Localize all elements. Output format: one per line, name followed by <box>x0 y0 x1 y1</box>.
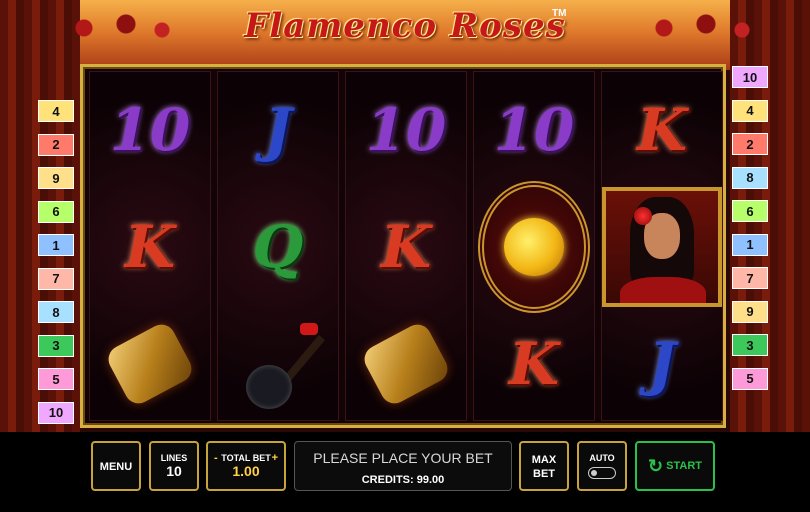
symbol-ten: 10 <box>109 96 191 164</box>
reel-4-row-2 <box>474 181 594 313</box>
symbol-king: K <box>636 96 688 164</box>
reel-4: 10 K <box>473 71 595 421</box>
payline-indicator: 7 <box>732 267 768 289</box>
start-button[interactable]: ↻ START <box>635 441 715 491</box>
symbol-king: K <box>508 330 560 398</box>
payline-indicator: 10 <box>38 401 74 424</box>
reel-2-row-2: Q <box>218 189 338 305</box>
reel-1-row-1: 10 <box>90 72 210 188</box>
payline-indicator: 3 <box>38 334 74 357</box>
reel-3-row-3 <box>346 306 466 422</box>
reel-1: 10 K <box>89 71 211 421</box>
bet-increase-button[interactable]: + <box>272 452 278 464</box>
credits-display: CREDITS: 99.00 <box>361 474 445 486</box>
lines-button[interactable]: LINES 10 <box>149 441 199 491</box>
symbol-queen: Q <box>252 213 304 281</box>
payline-indicator: 8 <box>732 166 768 189</box>
symbol-jack: J <box>264 96 292 164</box>
lines-label: LINES <box>160 453 188 463</box>
payline-indicator: 1 <box>38 234 74 256</box>
menu-button[interactable]: MENU <box>91 441 141 491</box>
golden-rose-icon <box>478 181 590 313</box>
payline-indicator: 4 <box>38 100 74 122</box>
reel-5: K J <box>601 71 723 421</box>
gold-bracelet-icon <box>359 319 453 409</box>
reel-1-row-3 <box>90 306 210 422</box>
payline-indicator: 6 <box>38 200 74 223</box>
auto-button[interactable]: AUTO <box>577 441 627 491</box>
auto-toggle[interactable] <box>588 467 616 479</box>
refresh-arrows-icon: ↻ <box>647 456 664 477</box>
payline-indicator: 2 <box>732 133 768 155</box>
symbol-ten: 10 <box>493 96 575 164</box>
bet-decrease-button[interactable]: - <box>214 452 218 464</box>
payline-indicator: 10 <box>732 66 768 88</box>
message-panel: PLEASE PLACE YOUR BET CREDITS: 99.00 <box>294 441 512 491</box>
reel-5-row-1: K <box>602 72 722 188</box>
reel-4-row-3: K <box>474 306 594 422</box>
payline-indicator: 5 <box>732 367 768 390</box>
payline-indicator: 5 <box>38 368 74 390</box>
payline-indicator: 2 <box>38 133 74 156</box>
gold-bracelet-icon <box>103 319 197 409</box>
payline-indicator: 1 <box>732 233 768 256</box>
reel-area: 10 K J Q 10 K 10 K K J <box>80 64 726 428</box>
trademark: TM <box>552 8 567 19</box>
payline-indicator: 3 <box>732 334 768 356</box>
payline-indicator: 9 <box>732 300 768 323</box>
reel-3-row-1: 10 <box>346 72 466 188</box>
game-title: Flamenco Roses <box>244 6 566 46</box>
reel-2-row-3 <box>218 306 338 422</box>
symbol-jack: J <box>648 330 676 398</box>
reel-5-row-3: J <box>602 306 722 422</box>
auto-label: AUTO <box>589 453 615 463</box>
reel-3: 10 K <box>345 71 467 421</box>
reel-2: J Q <box>217 71 339 421</box>
reel-3-row-2: K <box>346 189 466 305</box>
flamenco-lady-icon <box>602 187 722 307</box>
reel-5-row-2 <box>602 187 722 307</box>
reel-1-row-2: K <box>90 189 210 305</box>
status-message: PLEASE PLACE YOUR BET <box>313 450 493 466</box>
reel-2-row-1: J <box>218 72 338 188</box>
max-bet-button[interactable]: MAX BET <box>519 441 569 491</box>
symbol-king: K <box>124 213 176 281</box>
total-bet-value: 1.00 <box>232 463 260 479</box>
total-bet-control: - + TOTAL BET 1.00 <box>206 441 286 491</box>
payline-indicator: 7 <box>38 267 74 290</box>
payline-indicator: 6 <box>732 200 768 222</box>
reel-4-row-1: 10 <box>474 72 594 188</box>
payline-indicator: 9 <box>38 167 74 189</box>
lines-value: 10 <box>166 463 182 479</box>
payline-indicator: 8 <box>38 301 74 323</box>
symbol-king: K <box>380 213 432 281</box>
guitar-icon <box>228 309 328 419</box>
symbol-ten: 10 <box>365 96 447 164</box>
payline-indicator: 4 <box>732 99 768 122</box>
